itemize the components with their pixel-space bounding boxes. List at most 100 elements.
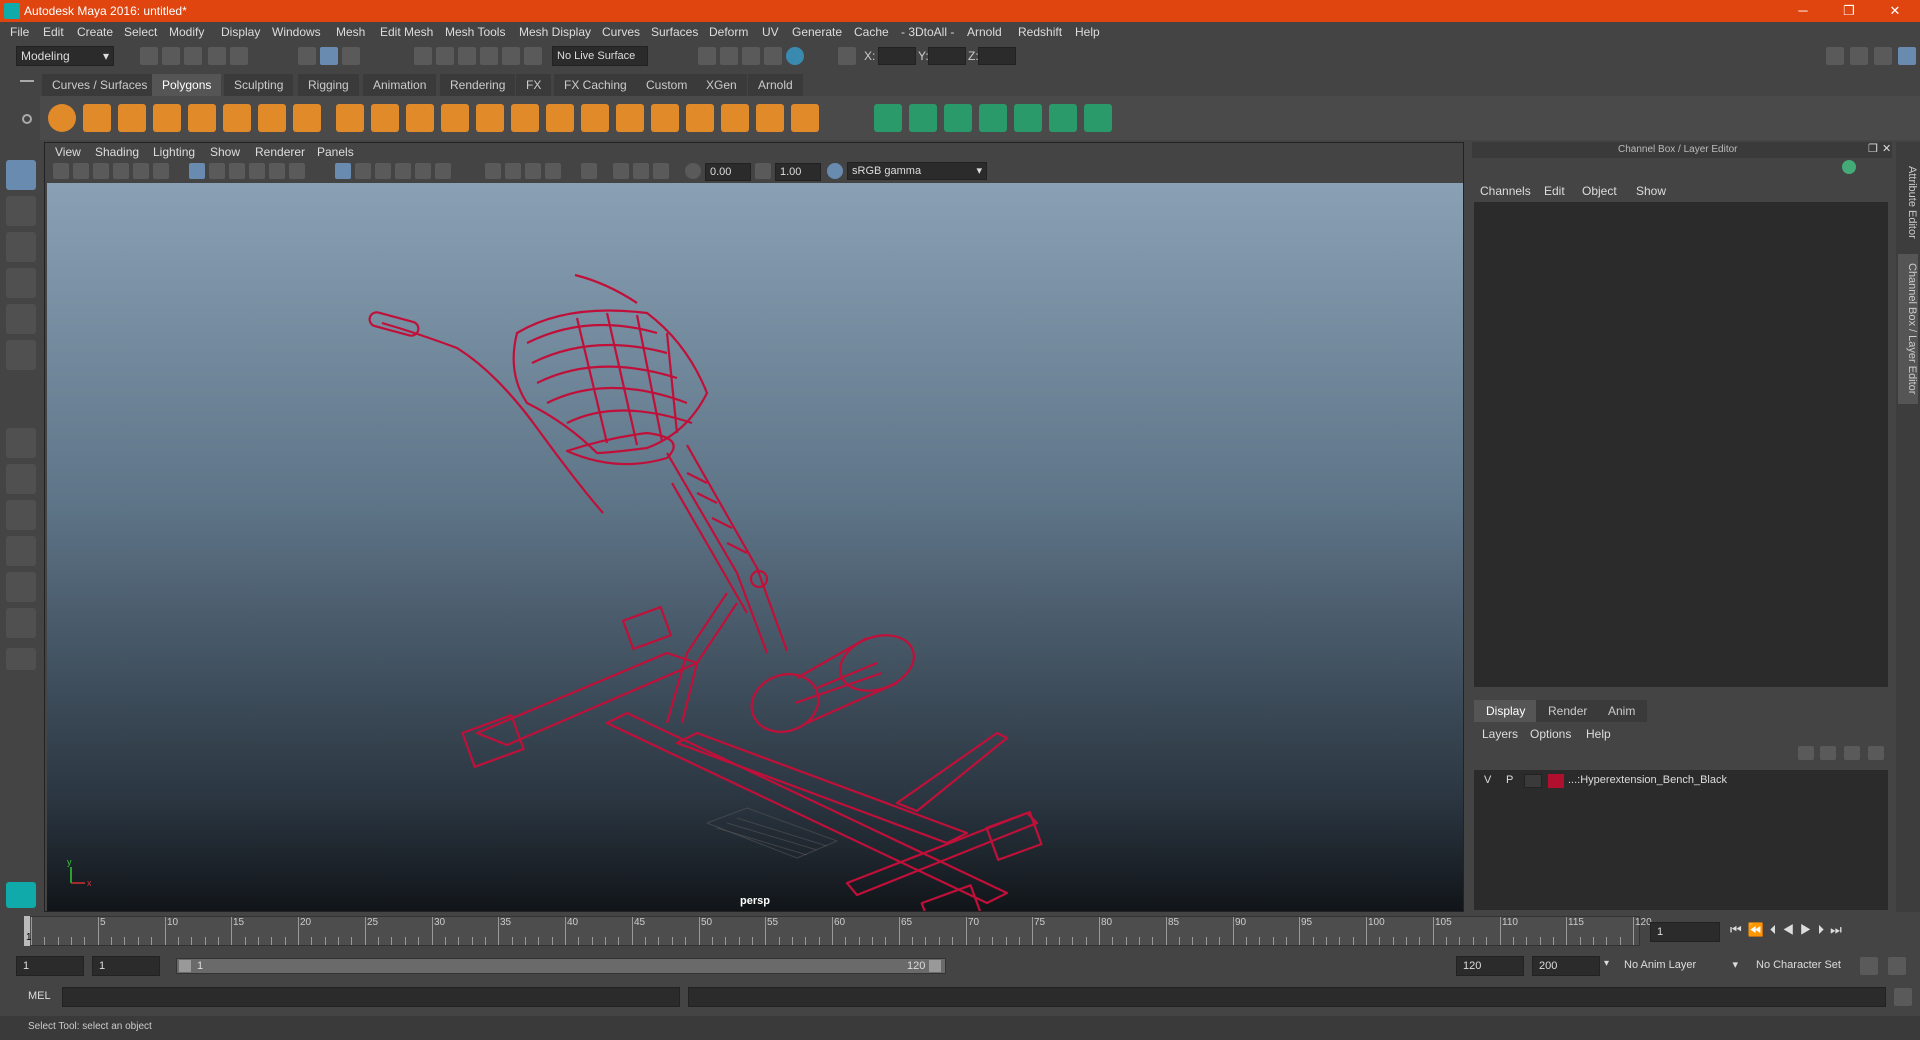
grid-icon[interactable] [189,163,205,179]
smooth-shade-icon[interactable] [355,163,371,179]
z-field[interactable] [978,47,1016,65]
use-all-lights-icon[interactable] [395,163,411,179]
cb-menu-object[interactable]: Object [1582,184,1617,198]
transform-icon[interactable] [838,47,856,65]
textured-icon[interactable] [375,163,391,179]
shelf-tab-xgen[interactable]: XGen [696,74,747,96]
script-editor-icon[interactable] [1894,988,1912,1006]
step-forward-key-icon[interactable]: ⏵ [1818,922,1831,937]
ambient-occlusion-icon[interactable] [435,163,451,179]
combine-icon[interactable] [336,104,364,132]
select-object-icon[interactable] [320,47,338,65]
persp-graph-layout-icon[interactable] [6,536,36,566]
lasso-tool-icon[interactable] [6,196,36,226]
menu-edit-mesh[interactable]: Edit Mesh [380,25,433,39]
minimize-button[interactable]: ─ [1780,0,1826,22]
modeling-toolkit-icon[interactable] [1826,47,1844,65]
resolution-gate-icon[interactable] [229,163,245,179]
menu-generate[interactable]: Generate [792,25,842,39]
channel-box-tab[interactable]: Channel Box / Layer Editor [1898,254,1918,404]
smooth-icon[interactable] [441,104,469,132]
shelf-tab-arnold[interactable]: Arnold [748,74,803,96]
current-frame-field[interactable]: 1 [1650,922,1720,942]
bookmark-icon[interactable] [93,163,109,179]
animation-preferences-icon[interactable] [1888,957,1906,975]
time-ruler[interactable]: 5 10 15 20 25 30 35 40 45 50 55 60 65 70 75 80 85 90 95 100… [28,916,1652,946]
range-max-handle[interactable] [929,960,941,972]
close-panel-icon[interactable]: ✕ [1882,142,1891,155]
layer-tab-anim[interactable]: Anim [1596,700,1648,722]
poly-cylinder-icon[interactable] [118,104,146,132]
snap-view-icon[interactable] [480,47,498,65]
maximize-button[interactable]: ❐ [1826,0,1872,22]
playback-end-field[interactable]: 120 [1456,956,1524,976]
layer-menu-layers[interactable]: Layers [1482,727,1518,741]
scale-tool-icon[interactable] [6,340,36,370]
channel-box-icon[interactable] [1898,47,1916,65]
exposure-field[interactable]: 0.00 [705,163,751,181]
extrude-icon[interactable] [581,104,609,132]
multi-cut-icon[interactable] [546,104,574,132]
poly-sphere-icon[interactable] [48,104,76,132]
uv-checker-icon[interactable] [1049,104,1077,132]
float-panel-icon[interactable]: ❐ [1868,142,1878,155]
layer-menu-help[interactable]: Help [1586,727,1611,741]
channel-box-options-icon[interactable] [1842,160,1856,174]
render-view-icon[interactable] [698,47,716,65]
snap-grid-icon[interactable] [414,47,432,65]
vp-menu-panels[interactable]: Panels [317,145,354,159]
anti-aliasing-icon[interactable] [505,163,521,179]
uv-editor-icon[interactable] [1084,104,1112,132]
shelf-tab-custom[interactable]: Custom [636,74,698,96]
new-layer-icon[interactable] [1844,746,1860,760]
uv-planar-icon[interactable] [874,104,902,132]
menu-deform[interactable]: Deform [709,25,748,39]
three-view-layout-icon[interactable] [6,572,36,602]
close-button[interactable]: ✕ [1872,0,1918,22]
four-view-layout-icon[interactable] [6,464,36,494]
step-back-key-icon[interactable]: ⏴ [1770,922,1783,937]
gamma-icon[interactable] [755,163,771,179]
live-surface-field[interactable]: No Live Surface [552,46,648,66]
single-view-layout-icon[interactable] [6,428,36,458]
menu-windows[interactable]: Windows [272,25,321,39]
shadows-icon[interactable] [415,163,431,179]
mel-input[interactable] [62,987,680,1007]
menu-redshift[interactable]: Redshift [1018,25,1062,39]
render-settings-icon[interactable] [764,47,782,65]
menu-arnold[interactable]: Arnold [967,25,1002,39]
layer-move-up-icon[interactable] [1798,746,1814,760]
motion-blur-icon[interactable] [485,163,501,179]
separate-icon[interactable] [371,104,399,132]
rotate-tool-icon[interactable] [6,304,36,334]
layer-tab-render[interactable]: Render [1536,700,1600,722]
tool-settings-icon[interactable] [1874,47,1892,65]
vp-menu-show[interactable]: Show [210,145,240,159]
two-d-pan-icon[interactable] [133,163,149,179]
cb-menu-show[interactable]: Show [1636,184,1666,198]
menu-file[interactable]: File [10,25,29,39]
mode-dropdown[interactable]: Modeling ▾ [16,46,114,66]
auto-key-icon[interactable] [1860,957,1878,975]
layer-visibility-toggle[interactable]: V [1484,774,1491,786]
menu-uv[interactable]: UV [762,25,779,39]
safe-action-icon[interactable] [289,163,305,179]
move-tool-icon[interactable] [6,268,36,298]
shelf-tab-rendering[interactable]: Rendering [440,74,516,96]
uv-unfold-icon[interactable] [1014,104,1042,132]
vp-menu-view[interactable]: View [55,145,81,159]
range-slider[interactable]: 1 120 [176,958,946,974]
menu-mesh-tools[interactable]: Mesh Tools [445,25,505,39]
camera-attributes-icon[interactable] [53,163,69,179]
quadrangulate-icon[interactable] [791,104,819,132]
poly-torus-icon[interactable] [223,104,251,132]
exposure-icon[interactable] [685,163,701,179]
attribute-editor-icon[interactable] [1850,47,1868,65]
layer-menu-options[interactable]: Options [1530,727,1571,741]
reduce-icon[interactable] [476,104,504,132]
shelf-tab-fx[interactable]: FX [516,74,552,96]
menu-select[interactable]: Select [124,25,157,39]
channel-list[interactable] [1474,202,1888,687]
layer-name[interactable]: ...:Hyperextension_Bench_Black [1568,774,1727,786]
camera-tools-icon[interactable] [73,163,89,179]
